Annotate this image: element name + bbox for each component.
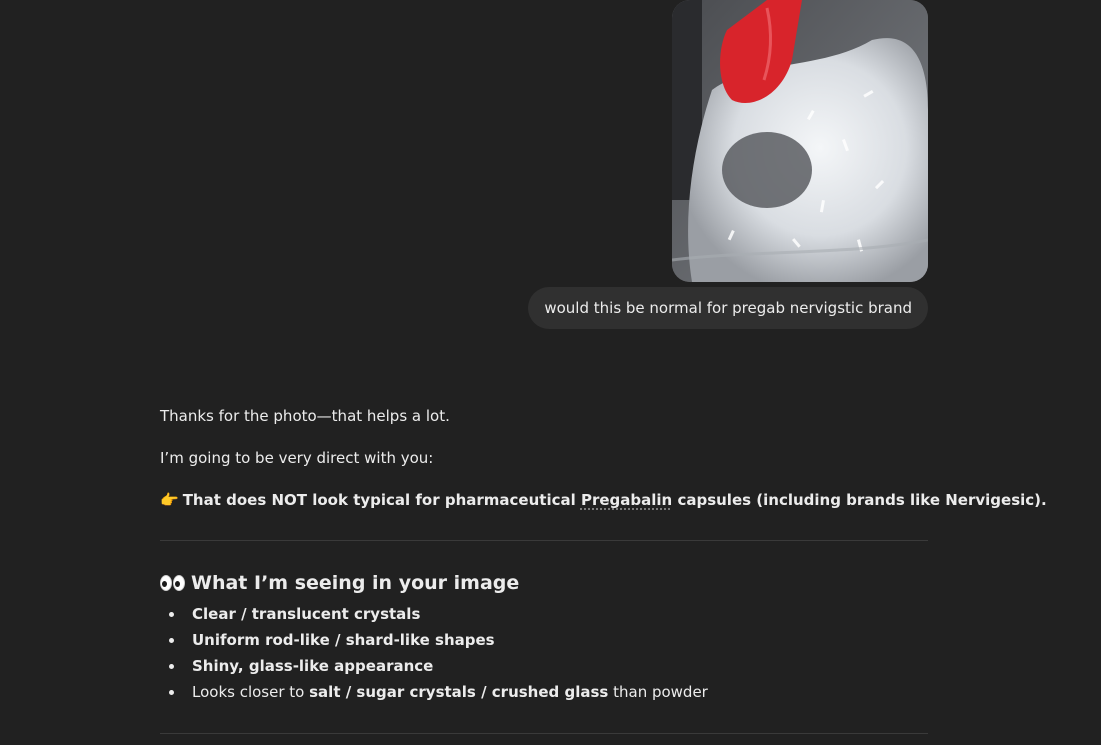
verdict-text-after: capsules (including brands like Nerviges… — [672, 491, 1047, 509]
assistant-intro: Thanks for the photo—that helps a lot. — [160, 407, 450, 425]
user-message-text: would this be normal for pregab nervigst… — [544, 299, 912, 317]
observation-list: Clear / translucent crystals Uniform rod… — [160, 601, 708, 705]
user-uploaded-image[interactable] — [672, 0, 928, 282]
section-heading: What I’m seeing in your image — [160, 570, 519, 596]
list-item: Uniform rod-like / shard-like shapes — [160, 627, 708, 653]
eyes-icon — [160, 575, 185, 591]
divider — [160, 733, 928, 734]
divider — [160, 540, 928, 541]
list-item: Clear / translucent crystals — [160, 601, 708, 627]
crystals-photo — [672, 0, 928, 282]
assistant-direct-line: I’m going to be very direct with you: — [160, 449, 434, 467]
verdict-text-before: That does NOT look typical for pharmaceu… — [182, 491, 581, 509]
section-heading-text: What I’m seeing in your image — [191, 572, 520, 594]
assistant-verdict: 👉 That does NOT look typical for pharmace… — [160, 487, 1047, 513]
list-item: Looks closer to salt / sugar crystals / … — [160, 679, 708, 705]
pregabalin-link[interactable]: Pregabalin — [581, 491, 672, 509]
pointing-hand-icon: 👉 — [160, 491, 179, 509]
list-item: Shiny, glass-like appearance — [160, 653, 708, 679]
chat-page: would this be normal for pregab nervigst… — [0, 0, 1101, 745]
user-message-bubble: would this be normal for pregab nervigst… — [528, 287, 928, 329]
